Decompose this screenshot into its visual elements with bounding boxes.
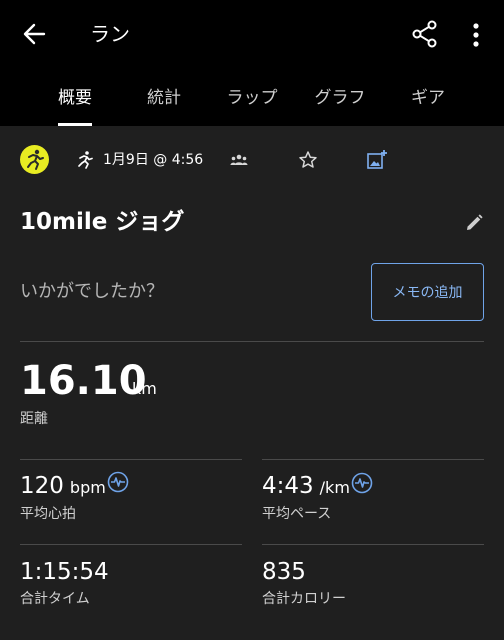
star-icon[interactable] [298,150,318,170]
avg-heart-rate-unit: bpm [69,478,106,497]
tab-graphs[interactable]: グラフ [295,86,385,110]
tab-laps[interactable]: ラップ [207,86,297,110]
active-tab-indicator [58,123,92,126]
activity-date: 1月9日 @ 4:56 [103,152,204,168]
add-memo-button[interactable]: メモの追加 [371,263,484,321]
tab-bar: 概要 統計 ラップ グラフ ギア [0,76,504,126]
divider [20,341,484,342]
tab-gear[interactable]: ギア [383,86,473,110]
add-photo-icon[interactable] [366,149,388,171]
page-title: ラン [90,22,130,46]
total-calories-value: 835 [262,559,306,585]
share-button[interactable] [410,19,440,49]
total-time-label: 合計タイム [20,591,90,607]
divider [262,459,484,460]
avg-heart-rate-number: 120 [20,473,64,499]
edit-button[interactable] [464,213,484,233]
avg-heart-rate-value: 120 bpm [20,471,106,503]
divider [20,544,242,545]
people-icon[interactable] [230,152,248,168]
tab-overview[interactable]: 概要 [30,86,120,110]
activity-name: 10mile ジョグ [20,209,185,235]
distance-label: 距離 [20,411,48,427]
pencil-icon [467,214,483,230]
activity-type-badge[interactable] [20,145,49,174]
back-button[interactable] [20,20,48,48]
total-calories-label: 合計カロリー [262,591,346,607]
how-was-it-prompt: いかがでしたか？ [20,281,164,302]
avg-pace-value: 4:43/km [262,471,350,503]
running-icon [75,150,95,170]
divider [20,459,242,460]
pace-chart-icon[interactable] [351,472,373,494]
activity-meta-row: 1月9日 @ 4:56 [0,140,504,180]
arrow-left-icon [23,23,46,45]
more-vertical-icon [473,23,479,47]
avg-heart-rate-label: 平均心拍 [20,506,76,522]
distance-value: 16.10 [20,358,147,404]
share-icon [412,20,437,48]
avg-pace-unit: /km [319,478,350,497]
app-bar: ラン 概要 統計 ラップ グラフ ギア [0,0,504,126]
runner-icon [27,149,44,170]
avg-pace-number: 4:43 [262,473,314,499]
heart-rate-icon[interactable] [107,471,129,493]
tab-stats[interactable]: 統計 [119,86,209,110]
avg-pace-label: 平均ペース [262,506,332,522]
total-time-value: 1:15:54 [20,559,109,585]
more-options-button[interactable] [466,20,486,50]
distance-unit: km [132,379,157,398]
divider [262,544,484,545]
